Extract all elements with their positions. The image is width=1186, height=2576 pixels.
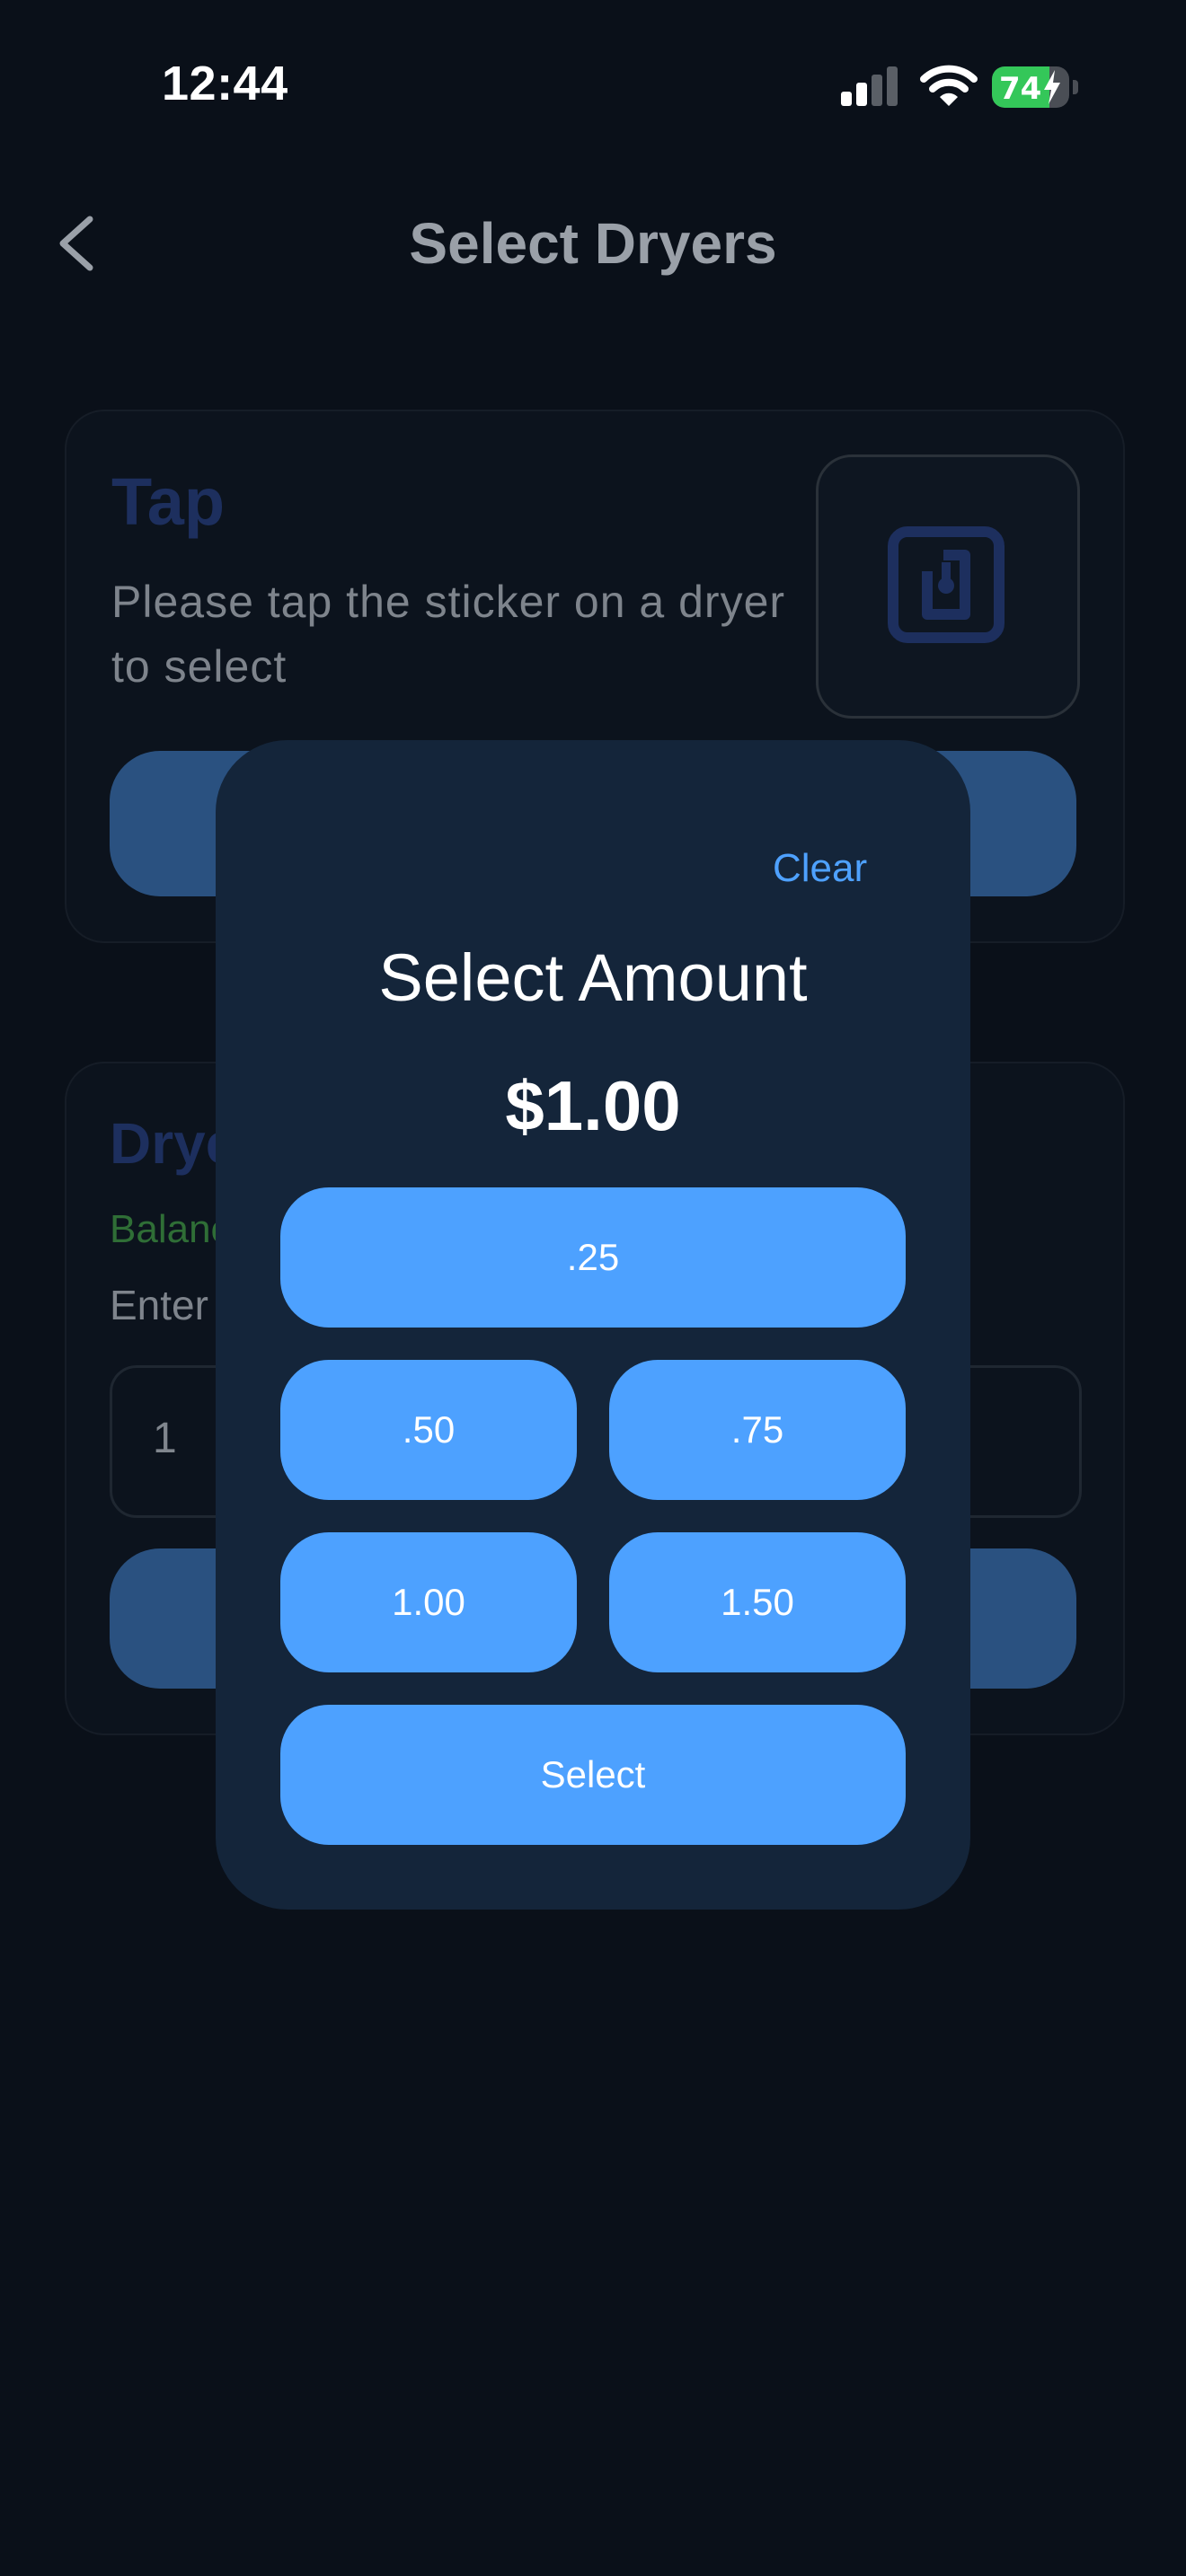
tap-description: Please tap the sticker on a dryer to sel… [111, 577, 786, 692]
balance-label: Balanc [110, 1207, 231, 1251]
clear-button[interactable]: Clear [773, 846, 867, 891]
amount-button-075[interactable]: .75 [609, 1360, 906, 1500]
nfc-icon [888, 526, 1005, 643]
battery-percent: 74 [999, 71, 1042, 107]
amount-button-100[interactable]: 1.00 [280, 1532, 577, 1672]
amount-button-025[interactable]: .25 [280, 1187, 906, 1328]
amount-button-150[interactable]: 1.50 [609, 1532, 906, 1672]
charging-bolt-icon [1044, 70, 1060, 104]
select-button[interactable]: Select [280, 1705, 906, 1845]
page-title: Select Dryers [409, 211, 777, 276]
amount-button-050[interactable]: .50 [280, 1360, 577, 1500]
status-time: 12:44 [162, 57, 288, 110]
enter-label: Enter [110, 1282, 208, 1328]
selected-amount: $1.00 [505, 1066, 681, 1145]
tap-heading: Tap [111, 464, 226, 539]
battery-indicator: 74 [992, 66, 1078, 108]
dryer-number-value: 1 [153, 1415, 177, 1462]
modal-title: Select Amount [378, 940, 808, 1015]
wifi-icon [920, 65, 978, 106]
cellular-signal-icon [841, 66, 898, 106]
